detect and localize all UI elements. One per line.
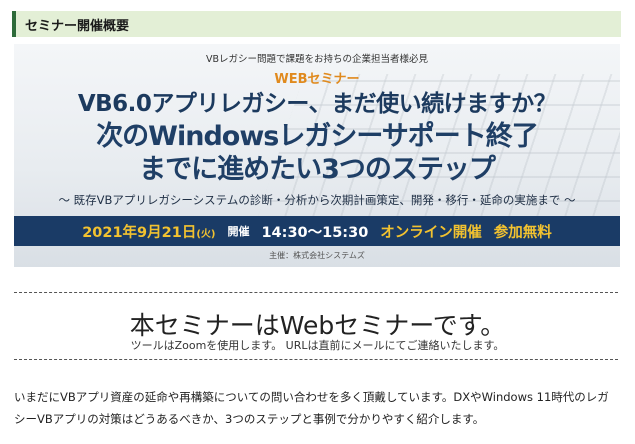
- seminar-banner: VBレガシー問題で課題をお持ちの企業担当者様必見 WEBセミナー VB6.0アプ…: [14, 44, 620, 267]
- banner-title-line3: までに進めたい3つのステップ: [139, 154, 496, 185]
- banner-online: オンライン開催: [380, 224, 482, 241]
- section-title: セミナー開催概要: [25, 18, 130, 34]
- banner-weekday: (火): [196, 228, 216, 240]
- banner-date-bar: 2021年9月21日(火) 開催 14:30〜15:30 オンライン開催 参加無…: [14, 216, 620, 246]
- banner-top-note: VBレガシー問題で課題をお持ちの企業担当者様必見: [205, 54, 429, 65]
- banner-title-line1: VB6.0アプリレガシー、まだ使い続けますか？: [77, 91, 557, 117]
- divider-top: [14, 292, 618, 293]
- intro-paragraph: いまだにVBアプリ資産の延命や再構築についての問い合わせを多く頂戴しています。D…: [14, 390, 609, 426]
- divider-bottom: [14, 359, 618, 360]
- banner-description: 〜 既存VBアプリレガシーシステムの診断・分析から次期計画策定、開発・移行・延命…: [58, 193, 576, 207]
- banner-held: 開催: [227, 225, 250, 238]
- banner-time: 14:30〜15:30: [261, 224, 369, 241]
- banner-date-value: 2021年9月21日: [82, 224, 197, 241]
- notice-subline: ツールはZoomを使用します。 URLは直前にメールにてご連絡いたします。: [130, 339, 505, 352]
- banner-date: 2021年9月21日(火): [82, 221, 215, 242]
- section-header: セミナー開催概要: [12, 11, 621, 37]
- banner-free: 参加無料: [493, 224, 552, 241]
- banner-host: 主催：株式会社システムズ: [269, 251, 365, 260]
